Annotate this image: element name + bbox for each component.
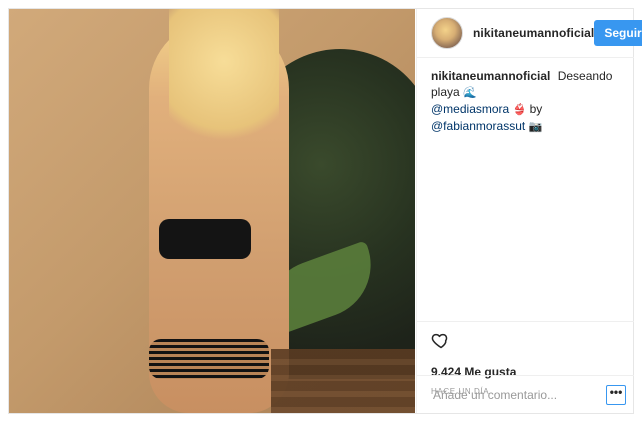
mention-link-1[interactable]: @mediasmora: [431, 102, 509, 116]
avatar[interactable]: [431, 17, 463, 49]
post-card: nikitaneumannoficial Seguir nikitaneuman…: [8, 8, 642, 414]
post-header: nikitaneumannoficial Seguir: [417, 9, 642, 58]
more-options-button[interactable]: •••: [606, 384, 626, 405]
post-caption: nikitaneumannoficial Deseando playa 🌊 @m…: [417, 58, 634, 135]
photo-top-shape: [159, 219, 251, 259]
caption-emoji-3: 📷: [528, 121, 543, 133]
heart-icon[interactable]: [431, 330, 451, 350]
caption-emoji-2: 👙: [512, 104, 527, 116]
caption-username[interactable]: nikitaneumannoficial: [431, 69, 550, 83]
mention-link-2[interactable]: @fabianmorassut: [431, 119, 525, 133]
comment-row: •••: [417, 375, 634, 413]
post-photo: [9, 9, 415, 413]
post-sidebar: nikitaneumannoficial Seguir nikitaneuman…: [416, 9, 642, 413]
username[interactable]: nikitaneumannoficial: [473, 26, 594, 40]
photo-bench-shape: [271, 349, 415, 413]
caption-emoji-1: 🌊: [463, 87, 477, 99]
comment-input[interactable]: [431, 386, 606, 403]
photo-bottom-shape: [149, 339, 269, 379]
caption-by: by: [529, 102, 543, 116]
photo-hair-shape: [169, 9, 279, 159]
follow-button[interactable]: Seguir: [594, 20, 642, 46]
